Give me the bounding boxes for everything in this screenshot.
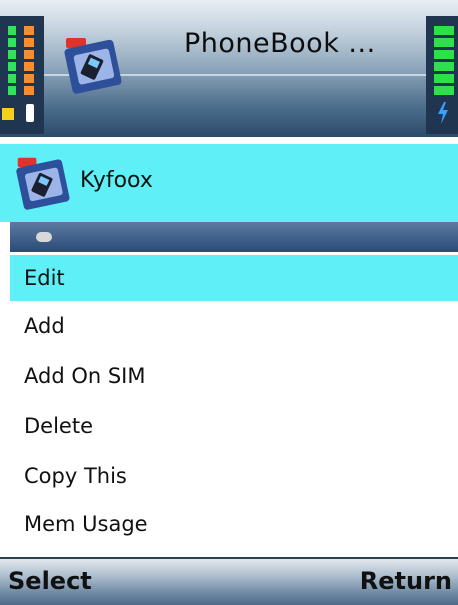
contact-folder-icon [14, 154, 70, 210]
menu-item-copy-this[interactable]: Copy This [10, 453, 458, 499]
phone-screen: PhoneBook ... Kyfoox Edit Add Add On SIM… [0, 0, 458, 605]
menu-item-mem-usage[interactable]: Mem Usage [10, 501, 458, 547]
menu-item-edit[interactable]: Edit [10, 255, 458, 301]
return-softkey[interactable]: Return [360, 567, 452, 595]
phonebook-folder-icon [62, 34, 122, 94]
signal-strength-icon [0, 16, 44, 134]
softkey-bar: Select Return [0, 557, 458, 605]
selected-contact[interactable]: Kyfoox [0, 144, 458, 222]
page-title: PhoneBook ... [184, 28, 376, 59]
charging-bolt-icon [436, 102, 450, 124]
scroll-knob-icon [36, 232, 52, 242]
battery-icon [426, 16, 458, 134]
contact-name: Kyfoox [80, 168, 153, 193]
menu-item-delete[interactable]: Delete [10, 403, 458, 449]
options-menu: Edit Add Add On SIM Delete Copy This Mem… [10, 253, 458, 555]
menu-item-add[interactable]: Add [10, 303, 458, 349]
background-strip [10, 222, 458, 252]
menu-item-add-on-sim[interactable]: Add On SIM [10, 353, 458, 399]
title-bar: PhoneBook ... [0, 0, 458, 137]
select-softkey[interactable]: Select [8, 567, 92, 595]
